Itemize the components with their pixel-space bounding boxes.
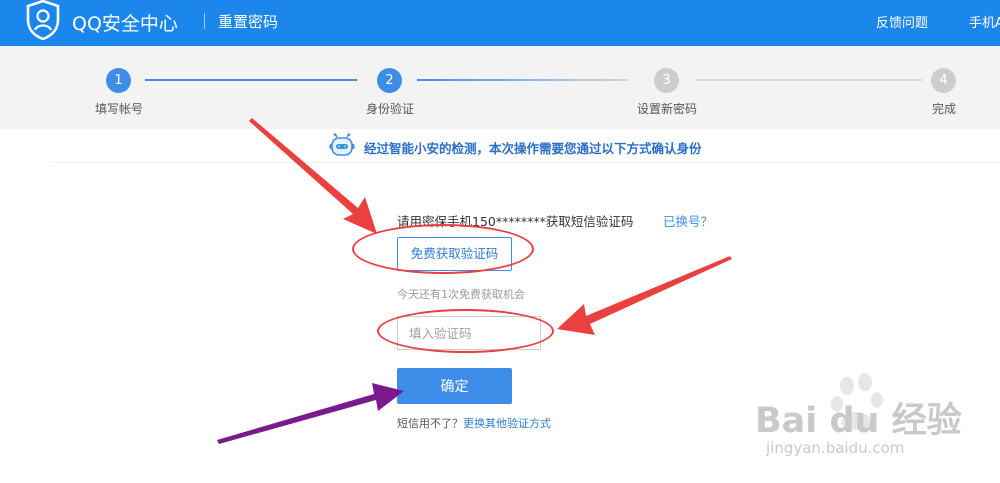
- step-4-label: 完成: [931, 102, 957, 116]
- changed-number-link[interactable]: 已换号？: [663, 211, 713, 230]
- step-connector-2-3: [417, 79, 628, 81]
- step-2-label: 身份验证: [365, 102, 415, 116]
- watermark-logo-text: Bai du 经验: [755, 401, 962, 441]
- sms-unavailable-text: 短信用不了？: [397, 417, 463, 430]
- page-subtitle: 重置密码: [218, 13, 279, 31]
- step-connector-3-4: [696, 79, 922, 81]
- page: QQ安全中心 重置密码 反馈问题 手机A 1 2 3 4 填写帐号 身份验证 设…: [0, 0, 1000, 483]
- feedback-link[interactable]: 反馈问题: [876, 12, 928, 31]
- alternative-verification-row: 短信用不了？更换其他验证方式: [397, 415, 551, 431]
- step-3-circle: 3: [654, 68, 679, 93]
- top-header: QQ安全中心 重置密码 反馈问题 手机A: [0, 0, 1000, 46]
- baidu-jingyan-watermark: Bai du 经验 jingyan.baidu.com: [755, 368, 962, 468]
- purple-arrow-to-confirm-button: [217, 383, 404, 444]
- watermark-url: jingyan.baidu.com: [766, 439, 905, 457]
- robot-icon: [329, 133, 355, 156]
- confirm-button[interactable]: 确定: [397, 368, 512, 404]
- notice-text: 经过智能小安的检测，本次操作需要您通过以下方式确认身份: [364, 141, 702, 156]
- verification-notice: 经过智能小安的检测，本次操作需要您通过以下方式确认身份: [0, 129, 1000, 163]
- qq-security-shield-logo: [26, 0, 60, 40]
- progress-steps: 1 2 3 4 填写帐号 身份验证 设置新密码 完成: [0, 46, 1000, 129]
- section-divider: [52, 162, 1000, 163]
- header-divider: [204, 13, 205, 29]
- highlight-ellipse-code-input: [377, 309, 554, 353]
- brand-title: QQ安全中心: [72, 13, 178, 35]
- red-arrow-to-code-input: [557, 256, 732, 335]
- step-3-label: 设置新密码: [636, 102, 698, 116]
- free-attempts-tip: 今天还有1次免费获取机会: [397, 288, 525, 301]
- highlight-ellipse-get-code: [352, 224, 534, 274]
- other-methods-link[interactable]: 更换其他验证方式: [463, 417, 551, 430]
- step-1-circle: 1: [106, 68, 131, 93]
- step-2-circle: 2: [377, 68, 402, 93]
- mobile-link[interactable]: 手机A: [969, 12, 1000, 31]
- step-1-label: 填写帐号: [94, 102, 144, 116]
- step-4-circle: 4: [931, 68, 956, 93]
- step-connector-1-2: [145, 79, 357, 81]
